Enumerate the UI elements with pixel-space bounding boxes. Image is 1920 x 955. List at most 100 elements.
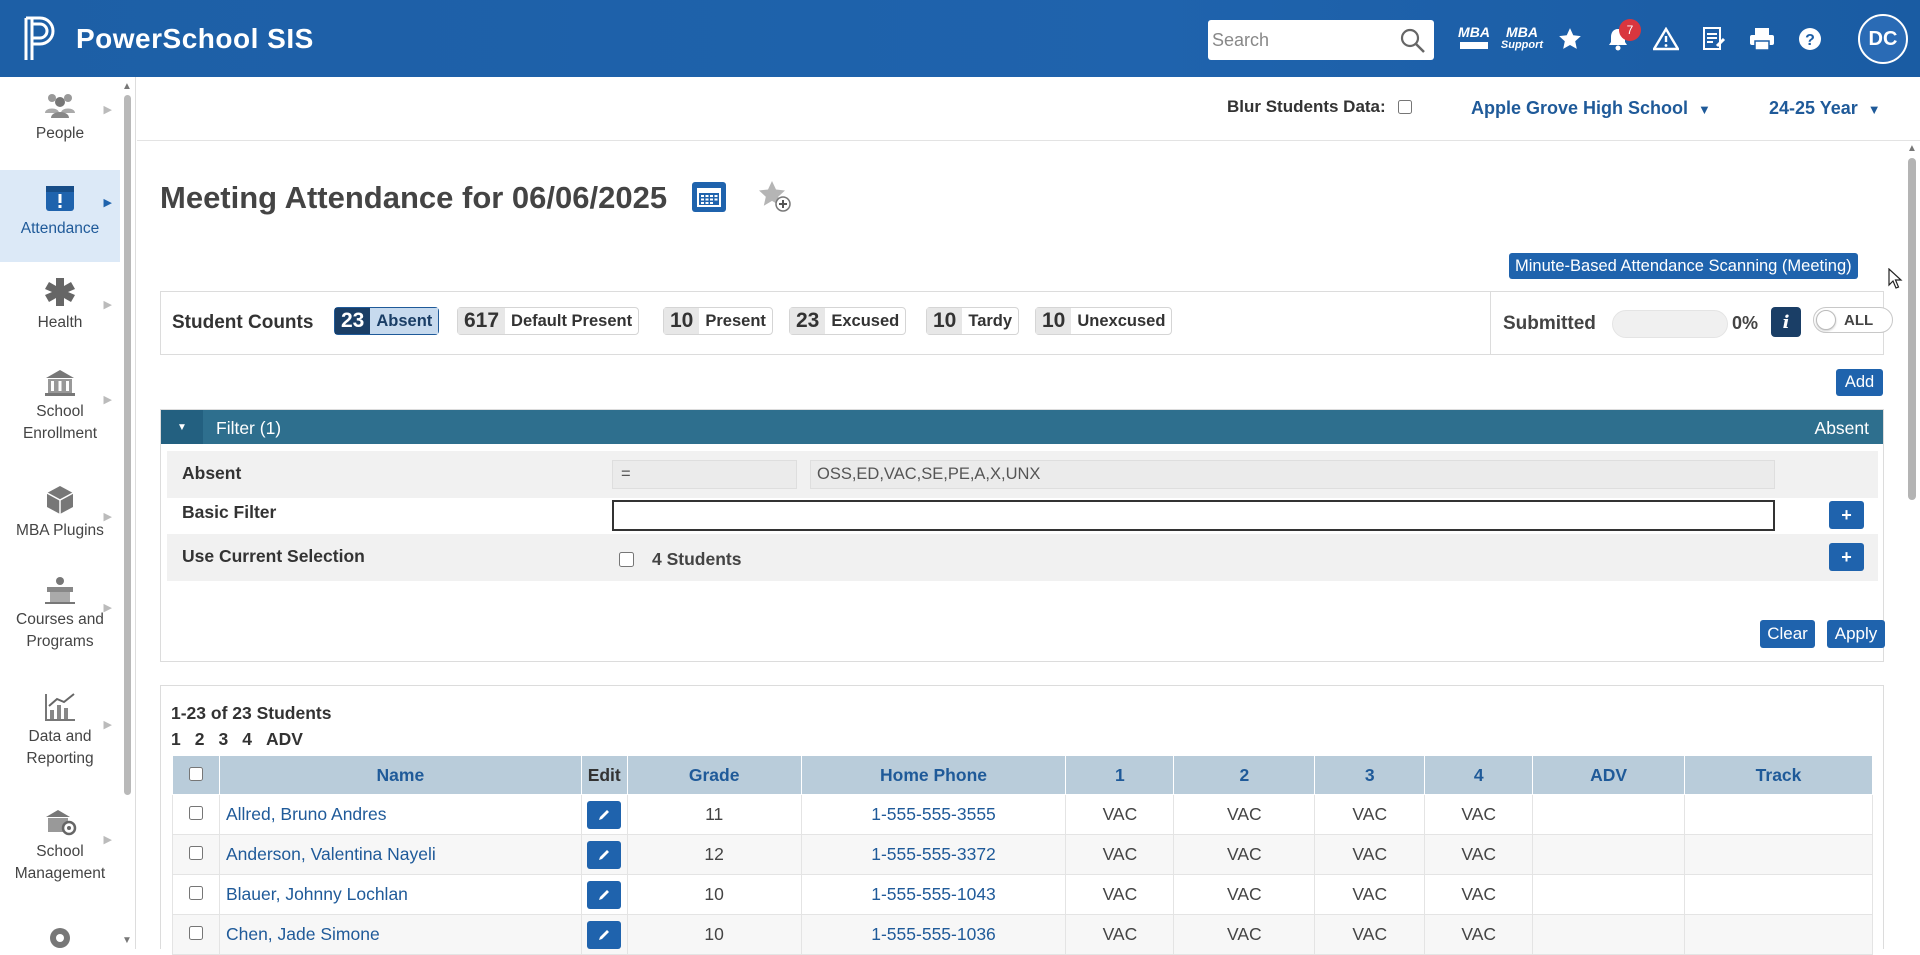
sidebar-item-courses-and-programs[interactable]: Courses and Programs ▶ [0, 575, 120, 675]
app-logo[interactable]: PowerSchool SIS [20, 14, 314, 64]
column-header-adv[interactable]: ADV [1532, 755, 1686, 795]
filter-header-bar[interactable]: ▼ Filter (1) Absent [161, 410, 1883, 444]
mba-support-button[interactable]: MBA Support [1498, 18, 1546, 60]
add-button[interactable]: Add [1836, 369, 1883, 396]
count-label: Unexcused [1077, 311, 1166, 330]
column-header-home-phone[interactable]: Home Phone [800, 755, 1067, 795]
mba-label: MBA [1458, 24, 1490, 40]
blur-students-checkbox[interactable] [1397, 100, 1412, 114]
clear-button[interactable]: Clear [1760, 620, 1815, 648]
mba-support-label-bottom: Support [1500, 39, 1544, 51]
phone-link[interactable]: 1-555-555-1043 [800, 874, 1067, 915]
edit-pencil-icon[interactable] [587, 920, 622, 949]
calendar-button[interactable] [692, 182, 726, 212]
count-chip-absent[interactable]: 23 Absent [334, 307, 440, 335]
year-selector[interactable]: 24-25 Year ▼ [1769, 98, 1881, 119]
sidebar-item-mba-plugins[interactable]: MBA Plugins ▶ [0, 484, 120, 568]
sidebar-item-health[interactable]: Health ▶ [0, 272, 120, 354]
main-scrollbar[interactable]: ▲ [1904, 143, 1920, 949]
mba-button[interactable]: MBA [1450, 18, 1498, 60]
edit-cell [580, 834, 628, 875]
column-header-period-2[interactable]: 2 [1173, 755, 1316, 795]
scroll-down-arrow-icon[interactable]: ▼ [122, 935, 132, 946]
chart-icon [0, 692, 120, 722]
row-checkbox[interactable] [188, 806, 203, 820]
basic-filter-input[interactable] [612, 500, 1775, 531]
notifications-bell-icon[interactable]: 7 [1594, 18, 1642, 60]
user-avatar[interactable]: DC [1858, 14, 1908, 64]
filter-row-basic: Basic Filter + [167, 490, 1878, 537]
student-counts-label: Student Counts [172, 312, 314, 333]
select-all-checkbox[interactable] [188, 766, 203, 781]
track-cell [1684, 834, 1873, 875]
sidebar-scrollbar[interactable]: ▲ ▼ [121, 79, 133, 947]
page-link[interactable]: 1 [171, 729, 181, 750]
grade-cell: 10 [626, 874, 802, 915]
add-selection-plus-icon[interactable]: + [1829, 543, 1864, 571]
select-all-header [172, 755, 220, 795]
phone-link[interactable]: 1-555-555-3372 [800, 834, 1067, 875]
collapse-caret-down-icon[interactable]: ▼ [161, 410, 203, 444]
sidebar-scroll-thumb[interactable] [124, 95, 131, 795]
edit-pencil-icon[interactable] [587, 800, 622, 829]
column-header-period-1[interactable]: 1 [1065, 755, 1175, 795]
search-input[interactable] [1212, 22, 1392, 58]
current-selection-checkbox[interactable] [619, 552, 634, 567]
column-header-period-4[interactable]: 4 [1424, 755, 1534, 795]
student-name-link[interactable]: Allred, Bruno Andres [218, 794, 582, 835]
phone-link[interactable]: 1-555-555-3555 [800, 794, 1067, 835]
chevron-right-icon: ▶ [103, 394, 112, 406]
edit-pencil-icon[interactable] [587, 840, 622, 869]
edit-pencil-icon[interactable] [587, 880, 622, 909]
row-checkbox[interactable] [188, 846, 203, 860]
checklist-edit-icon[interactable] [1690, 18, 1738, 60]
all-toggle-switch[interactable]: ALL [1813, 307, 1893, 333]
row-checkbox[interactable] [188, 926, 203, 940]
scroll-up-arrow-icon[interactable]: ▲ [122, 81, 132, 92]
sidebar-item-school-management[interactable]: School Management ▶ [0, 807, 120, 907]
mba-scanning-button[interactable]: Minute-Based Attendance Scanning (Meetin… [1509, 253, 1858, 279]
page-link[interactable]: ADV [266, 729, 303, 750]
health-icon [0, 276, 120, 308]
favorites-star-icon[interactable] [1546, 18, 1594, 60]
count-chip-tardy[interactable]: 10 Tardy [926, 307, 1020, 335]
count-chip-default-present[interactable]: 617 Default Present [457, 307, 640, 335]
apply-button[interactable]: Apply [1827, 620, 1885, 648]
count-chip-unexcused[interactable]: 10 Unexcused [1035, 307, 1173, 335]
page-link[interactable]: 2 [195, 729, 205, 750]
chevron-right-icon: ▶ [103, 602, 112, 614]
column-header-period-3[interactable]: 3 [1314, 755, 1426, 795]
count-chip-present[interactable]: 10 Present [663, 307, 773, 335]
edit-cell [580, 794, 628, 835]
sidebar-item-data-and-reporting[interactable]: Data and Reporting ▶ [0, 692, 120, 792]
adv-cell [1532, 874, 1686, 915]
sidebar-item-attendance[interactable]: Attendance ▶ [0, 170, 120, 262]
column-header-track[interactable]: Track [1684, 755, 1873, 795]
sidebar-item-people[interactable]: People ▶ [0, 77, 120, 168]
school-selector[interactable]: Apple Grove High School ▼ [1471, 98, 1711, 119]
sidebar-item-school-enrollment[interactable]: School Enrollment ▶ [0, 367, 120, 467]
count-chip-excused[interactable]: 23 Excused [789, 307, 907, 335]
notification-badge: 7 [1619, 19, 1641, 41]
add-favorite-star-icon[interactable] [757, 178, 793, 219]
search-icon[interactable] [1400, 28, 1426, 59]
filter-row-current-selection: Use Current Selection 4 Students + [167, 534, 1878, 581]
student-name-link[interactable]: Anderson, Valentina Nayeli [218, 834, 582, 875]
page-link[interactable]: 3 [218, 729, 228, 750]
scroll-up-arrow-icon[interactable]: ▲ [1907, 143, 1917, 154]
row-select-cell [172, 874, 220, 915]
column-header-grade[interactable]: Grade [626, 755, 802, 795]
row-checkbox[interactable] [188, 886, 203, 900]
main-scroll-thumb[interactable] [1908, 158, 1916, 500]
add-basic-filter-plus-icon[interactable]: + [1829, 501, 1864, 529]
mouse-cursor-icon [1888, 267, 1904, 295]
student-name-link[interactable]: Blauer, Johnny Lochlan [218, 874, 582, 915]
sidebar-item-settings[interactable] [0, 922, 120, 952]
info-icon[interactable]: i [1771, 307, 1801, 337]
help-icon[interactable]: ? [1786, 18, 1834, 60]
print-icon[interactable] [1738, 18, 1786, 60]
column-header-name[interactable]: Name [218, 755, 582, 795]
alert-warning-icon[interactable] [1642, 18, 1690, 60]
page-link[interactable]: 4 [242, 729, 252, 750]
powerschool-logo-icon [20, 14, 64, 64]
